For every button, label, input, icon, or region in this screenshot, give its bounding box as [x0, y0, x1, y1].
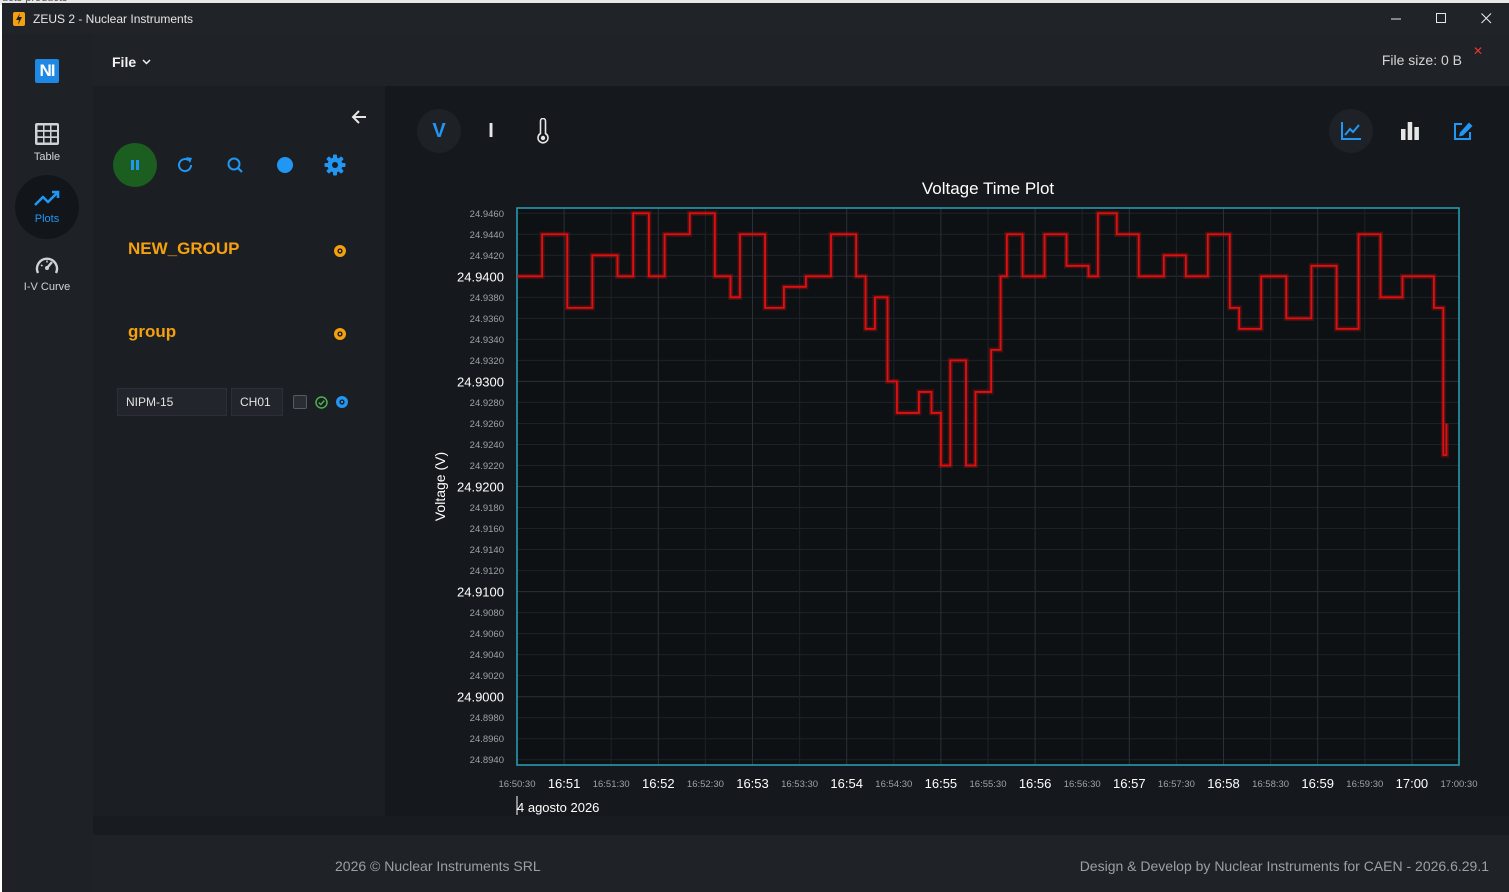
x-tick-label: 16:55 [925, 776, 958, 791]
y-tick-label-major: 24.9000 [457, 690, 504, 705]
y-tick-label-major: 24.9100 [457, 585, 504, 600]
x-tick-label: 16:54:30 [875, 779, 912, 790]
x-tick-label: 16:57 [1113, 776, 1146, 791]
y-tick-label: 24.9020 [470, 671, 504, 682]
x-tick-label: 16:58:30 [1252, 779, 1289, 790]
x-tick-label: 16:50:30 [499, 779, 536, 790]
y-tick-label: 24.9220 [470, 461, 504, 472]
x-tick-label: 16:58 [1207, 776, 1240, 791]
y-tick-label: 24.9260 [470, 419, 504, 430]
y-tick-label: 24.9320 [470, 356, 504, 367]
x-tick-label: 16:59 [1301, 776, 1334, 791]
x-tick-label: 16:54 [830, 776, 863, 791]
y-tick-label: 24.9040 [470, 650, 504, 661]
y-tick-label: 24.9240 [470, 440, 504, 451]
y-tick-label: 24.9460 [470, 209, 504, 220]
x-tick-label: 16:56:30 [1064, 779, 1101, 790]
y-tick-label-major: 24.9200 [457, 480, 504, 495]
x-tick-label: 16:56 [1019, 776, 1052, 791]
y-tick-label: 24.9120 [470, 566, 504, 577]
voltage-time-plot: 24.9460 24.9440 24.9420 24.9380 24.9360 24.93… [432, 179, 1478, 815]
y-tick-label: 24.9160 [470, 524, 504, 535]
y-tick-label: 24.9280 [470, 398, 504, 409]
date-label: 4 agosto 2026 [517, 800, 599, 815]
x-tick-label: 16:57:30 [1158, 779, 1195, 790]
y-tick-label: 24.9440 [470, 230, 504, 241]
x-tick-label: 17:00:30 [1441, 779, 1478, 790]
x-tick-label: 16:51:30 [593, 779, 630, 790]
x-tick-label: 16:55:30 [970, 779, 1007, 790]
y-tick-label: 24.9380 [470, 293, 504, 304]
x-tick-label: 16:59:30 [1346, 779, 1383, 790]
app-window: ZEUS 2 - Nuclear Instruments NI Table Pl… [2, 3, 1509, 892]
y-tick-label: 24.9420 [470, 251, 504, 262]
y-tick-label: 24.9360 [470, 314, 504, 325]
x-tick-label: 16:53:30 [781, 779, 818, 790]
x-tick-label: 16:53 [736, 776, 769, 791]
y-axis-label: Voltage (V) [432, 452, 448, 521]
y-tick-label: 24.9180 [470, 503, 504, 514]
y-tick-label: 24.8940 [470, 755, 504, 766]
y-tick-label: 24.8980 [470, 713, 504, 724]
x-tick-label: 16:52:30 [687, 779, 724, 790]
y-tick-label-major: 24.9300 [457, 374, 504, 389]
y-tick-label: 24.9060 [470, 629, 504, 640]
x-tick-label: 16:51 [548, 776, 581, 791]
y-tick-label-major: 24.9400 [457, 269, 504, 284]
y-tick-label: 24.9340 [470, 335, 504, 346]
chart-title: Voltage Time Plot [922, 179, 1055, 198]
y-tick-label: 24.8960 [470, 734, 504, 745]
x-tick-label: 17:00 [1396, 776, 1429, 791]
y-tick-label: 24.9080 [470, 608, 504, 619]
y-tick-label: 24.9140 [470, 545, 504, 556]
x-tick-label: 16:52 [642, 776, 675, 791]
